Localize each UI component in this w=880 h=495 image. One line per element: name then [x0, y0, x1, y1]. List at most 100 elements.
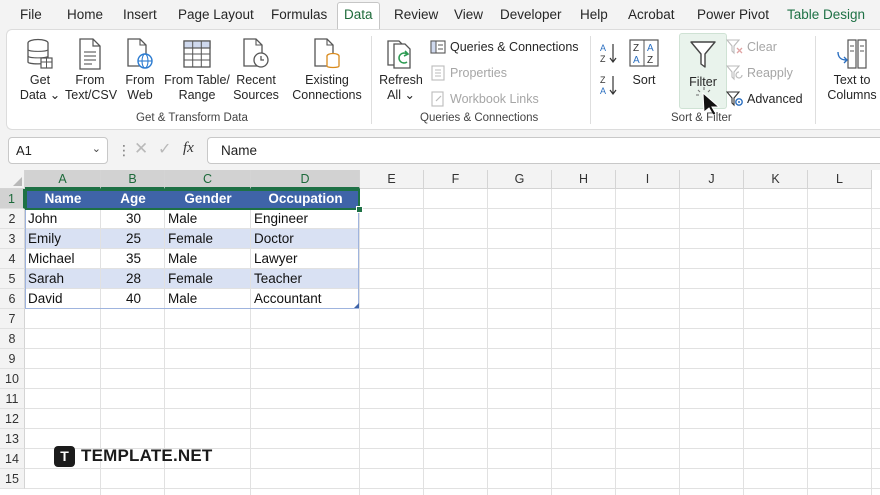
row-header-12[interactable]: 12 — [0, 409, 25, 429]
row-header-9[interactable]: 9 — [0, 349, 25, 369]
fill-handle[interactable] — [356, 206, 363, 213]
clear-filter-label: Clear — [747, 40, 777, 54]
name-box[interactable]: A1 ⌄ — [8, 137, 108, 164]
text-to-columns-label-1: Text to — [833, 73, 871, 87]
tab-data[interactable]: Data — [337, 2, 380, 29]
row-header-6[interactable]: 6 — [0, 289, 25, 309]
svg-text:Z: Z — [600, 54, 606, 64]
grid-line — [743, 189, 744, 495]
chevron-down-icon[interactable]: ⌄ — [92, 142, 101, 155]
funnel-icon — [690, 41, 716, 68]
group-separator — [371, 36, 372, 124]
tab-help[interactable]: Help — [574, 4, 614, 26]
mouse-cursor-icon — [696, 87, 721, 115]
workbook-links-label: Workbook Links — [450, 92, 539, 106]
row-header-11[interactable]: 11 — [0, 389, 25, 409]
get-data-button[interactable]: Get Data ⌄ — [17, 38, 63, 103]
menu-bar: File Home Insert Page Layout Formulas Da… — [0, 0, 880, 30]
sort-dialog-icon: Z A A Z — [629, 39, 659, 67]
reapply-icon — [726, 65, 743, 81]
row-header-15[interactable]: 15 — [0, 469, 25, 489]
advanced-filter-label: Advanced — [747, 92, 803, 106]
from-table-range-label-1: From Table/ — [164, 73, 230, 87]
svg-text:A: A — [600, 86, 606, 96]
column-header-c[interactable]: C — [165, 170, 251, 189]
refresh-all-button[interactable]: Refresh All ⌄ — [377, 38, 425, 103]
recent-sources-button[interactable]: Recent Sources — [233, 38, 279, 103]
column-header-l[interactable]: L — [808, 170, 872, 189]
column-header-e[interactable]: E — [360, 170, 424, 189]
text-to-columns-label-2: Columns — [827, 88, 877, 102]
svg-text:Z: Z — [600, 75, 606, 85]
column-header-d[interactable]: D — [251, 170, 360, 189]
table-resize-handle[interactable] — [354, 303, 359, 308]
row-header-8[interactable]: 8 — [0, 329, 25, 349]
cancel-entry-icon[interactable]: ✕ — [134, 139, 148, 159]
row-header-10[interactable]: 10 — [0, 369, 25, 389]
name-box-value: A1 — [16, 143, 32, 158]
recent-sources-label-2: Sources — [233, 88, 279, 102]
row-header-5[interactable]: 5 — [0, 269, 25, 289]
text-to-columns-button[interactable]: Text to Columns — [822, 38, 880, 103]
advanced-filter-icon — [726, 91, 743, 107]
from-table-range-button[interactable]: From Table/ Range — [163, 38, 231, 103]
formula-input[interactable]: Name — [207, 137, 880, 164]
row-header-2[interactable]: 2 — [0, 209, 25, 229]
row-header-7[interactable]: 7 — [0, 309, 25, 329]
tab-acrobat[interactable]: Acrobat — [622, 4, 681, 26]
grid-line — [615, 189, 616, 495]
existing-connections-label-2: Connections — [292, 88, 362, 102]
sort-descending-icon[interactable]: Z A — [599, 74, 619, 96]
tab-power-pivot[interactable]: Power Pivot — [691, 4, 775, 26]
more-options-icon[interactable]: ⋮ — [117, 142, 131, 159]
column-header-a[interactable]: A — [25, 170, 101, 189]
tab-table-design[interactable]: Table Design — [781, 4, 871, 26]
tab-home[interactable]: Home — [61, 4, 109, 26]
row-header-1[interactable]: 1 — [0, 189, 25, 209]
recent-sources-icon — [243, 38, 269, 68]
tab-file[interactable]: File — [14, 4, 48, 26]
tab-formulas[interactable]: Formulas — [265, 4, 333, 26]
row-header-4[interactable]: 4 — [0, 249, 25, 269]
svg-text:A: A — [633, 55, 640, 66]
column-header-b[interactable]: B — [101, 170, 165, 189]
column-header-h[interactable]: H — [552, 170, 616, 189]
column-header-j[interactable]: J — [680, 170, 744, 189]
row-header-13[interactable]: 13 — [0, 429, 25, 449]
sort-label: Sort — [632, 73, 656, 87]
grid-line — [25, 348, 880, 349]
column-header-k[interactable]: K — [744, 170, 808, 189]
tab-developer[interactable]: Developer — [494, 4, 568, 26]
existing-connections-label-1: Existing — [305, 73, 349, 87]
insert-function-button[interactable]: fx — [183, 140, 194, 157]
from-table-range-label-2: Range — [178, 88, 216, 102]
workbook-links-icon — [431, 91, 444, 107]
select-all-button[interactable] — [0, 170, 25, 189]
tab-page-layout[interactable]: Page Layout — [172, 4, 260, 26]
grid-line — [807, 189, 808, 495]
column-header-i[interactable]: I — [616, 170, 680, 189]
confirm-entry-icon[interactable]: ✓ — [158, 139, 171, 159]
sort-button[interactable]: Z A A Z Sort — [627, 38, 661, 88]
properties-label: Properties — [450, 66, 507, 80]
tab-view[interactable]: View — [448, 4, 489, 26]
column-header-g[interactable]: G — [488, 170, 552, 189]
tab-insert[interactable]: Insert — [117, 4, 163, 26]
from-web-label-2: Web — [127, 88, 153, 102]
existing-connections-button[interactable]: Existing Connections — [289, 38, 365, 103]
text-to-columns-icon — [837, 39, 867, 69]
web-page-icon — [127, 38, 153, 69]
svg-text:A: A — [647, 43, 654, 54]
row-header-3[interactable]: 3 — [0, 229, 25, 249]
from-web-label-1: From — [125, 73, 155, 87]
formula-value: Name — [221, 143, 258, 158]
row-header-14[interactable]: 14 — [0, 449, 25, 469]
from-text-csv-button[interactable]: From Text/CSV — [65, 38, 117, 103]
group-separator — [815, 36, 816, 124]
group-separator — [590, 36, 591, 124]
column-header-f[interactable]: F — [424, 170, 488, 189]
sort-ascending-icon[interactable]: A Z — [599, 42, 619, 64]
selection-border — [25, 189, 360, 210]
from-web-button[interactable]: From Web — [119, 38, 161, 103]
tab-review[interactable]: Review — [388, 4, 444, 26]
